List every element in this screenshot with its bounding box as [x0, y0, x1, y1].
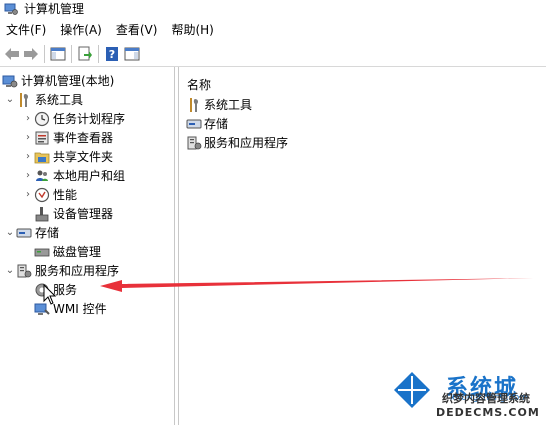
chevron-right-icon[interactable]: › [22, 128, 34, 147]
list-item-label: 系统工具 [204, 98, 253, 112]
system-tools-icon [16, 92, 32, 108]
chevron-right-icon[interactable]: › [22, 147, 34, 166]
tree-label-local-users: 本地用户和组 [53, 168, 126, 183]
tree-label-device-manager: 设备管理器 [53, 206, 114, 221]
back-button[interactable] [3, 45, 21, 63]
watermark-cms: 织梦内容管理系统 [442, 392, 530, 405]
forward-button[interactable] [22, 45, 40, 63]
watermark: 系统城 xitongcheng.com 织梦内容管理系统 DEDECMS.COM [390, 368, 546, 425]
wmi-control-icon [34, 301, 50, 317]
clock-icon [34, 111, 50, 127]
watermark-domain: DEDECMS.COM [436, 406, 540, 419]
title-bar: 计算机管理 [0, 0, 546, 18]
users-icon [34, 168, 50, 184]
window-title: 计算机管理 [24, 2, 85, 16]
services-apps-icon [16, 263, 32, 279]
tree-item-event-viewer[interactable]: › 事件查看器 [22, 128, 113, 147]
tree-label-storage: 存储 [35, 225, 60, 240]
chevron-down-icon[interactable]: ⌄ [4, 90, 16, 109]
tree-label-services: 服务 [53, 282, 78, 297]
tree-label-root: 计算机管理(本地) [21, 73, 115, 88]
services-icon [34, 282, 50, 298]
shared-folder-icon [34, 149, 50, 165]
column-header-name[interactable]: 名称 [187, 76, 211, 93]
tree-item-storage[interactable]: ⌄ 存储 [4, 223, 59, 242]
action-pane-icon [124, 47, 140, 61]
tree-label-event-viewer: 事件查看器 [53, 130, 114, 145]
tree-item-services-apps[interactable]: ⌄ 服务和应用程序 [4, 261, 119, 280]
tree-item-performance[interactable]: › 性能 [22, 185, 77, 204]
tree-item-disk-management[interactable]: 磁盘管理 [34, 242, 101, 261]
system-tools-icon [186, 97, 202, 113]
help-icon: ? [106, 47, 118, 61]
list-item-label: 服务和应用程序 [204, 136, 289, 150]
chevron-right-icon[interactable]: › [22, 185, 34, 204]
computer-management-window: 计算机管理 文件(F) 操作(A) 查看(V) 帮助(H) ? 计算机管理(本地… [0, 0, 546, 425]
show-hide-console-tree-button[interactable] [49, 45, 67, 63]
computer-management-icon [2, 73, 18, 89]
menu-action[interactable]: 操作(A) [53, 21, 109, 39]
svg-text:?: ? [109, 48, 115, 61]
tree-item-task-scheduler[interactable]: › 任务计划程序 [22, 109, 125, 128]
console-tree-icon [50, 47, 66, 61]
forward-arrow-icon [24, 48, 38, 60]
tree-label-services-apps: 服务和应用程序 [35, 263, 120, 278]
menu-file[interactable]: 文件(F) [0, 21, 53, 39]
performance-icon [34, 187, 50, 203]
chevron-right-icon[interactable]: › [22, 109, 34, 128]
tree-label-task-scheduler: 任务计划程序 [53, 111, 126, 126]
chevron-right-icon[interactable]: › [22, 166, 34, 185]
device-manager-icon [34, 206, 50, 222]
storage-icon [16, 225, 32, 241]
toolbar: ? [0, 42, 546, 67]
list-item-system-tools[interactable]: 系统工具 [186, 95, 252, 114]
pane-splitter[interactable] [175, 67, 179, 425]
chevron-down-icon[interactable]: ⌄ [4, 261, 16, 280]
disk-icon [34, 244, 50, 260]
tree-item-wmi[interactable]: WMI 控件 [34, 299, 107, 318]
tree-item-root[interactable]: 计算机管理(本地) [2, 71, 114, 90]
tree-item-services[interactable]: 服务 [34, 280, 77, 299]
show-hide-action-pane-button[interactable] [123, 45, 141, 63]
computer-management-icon [4, 2, 18, 16]
export-list-icon [78, 46, 92, 61]
export-list-button[interactable] [76, 45, 94, 63]
tree-label-performance: 性能 [53, 187, 78, 202]
event-viewer-icon [34, 130, 50, 146]
tree-item-system-tools[interactable]: ⌄ 系统工具 [4, 90, 83, 109]
menu-bar: 文件(F) 操作(A) 查看(V) 帮助(H) [0, 20, 546, 40]
storage-icon [186, 116, 202, 132]
tree-item-local-users[interactable]: › 本地用户和组 [22, 166, 125, 185]
list-item-services-apps[interactable]: 服务和应用程序 [186, 133, 288, 152]
help-button[interactable]: ? [103, 45, 121, 63]
windows-logo-icon [394, 372, 430, 408]
tree-item-device-manager[interactable]: 设备管理器 [34, 204, 113, 223]
tree-label-shared-folders: 共享文件夹 [53, 149, 114, 164]
toolbar-separator [44, 45, 45, 63]
back-arrow-icon [5, 48, 19, 60]
services-apps-icon [186, 135, 202, 151]
console-tree: 计算机管理(本地) ⌄ 系统工具 › 任务计划程序 › 事件查看器 › 共享文件… [0, 67, 175, 425]
chevron-down-icon[interactable]: ⌄ [4, 223, 16, 242]
menu-help[interactable]: 帮助(H) [164, 21, 220, 39]
menu-view[interactable]: 查看(V) [109, 21, 165, 39]
toolbar-separator [98, 45, 99, 63]
tree-item-shared-folders[interactable]: › 共享文件夹 [22, 147, 113, 166]
list-item-label: 存储 [204, 117, 229, 131]
tree-label-system-tools: 系统工具 [35, 92, 84, 107]
tree-label-wmi: WMI 控件 [53, 301, 107, 316]
tree-label-disk-management: 磁盘管理 [53, 244, 102, 259]
toolbar-separator [71, 45, 72, 63]
list-item-storage[interactable]: 存储 [186, 114, 228, 133]
